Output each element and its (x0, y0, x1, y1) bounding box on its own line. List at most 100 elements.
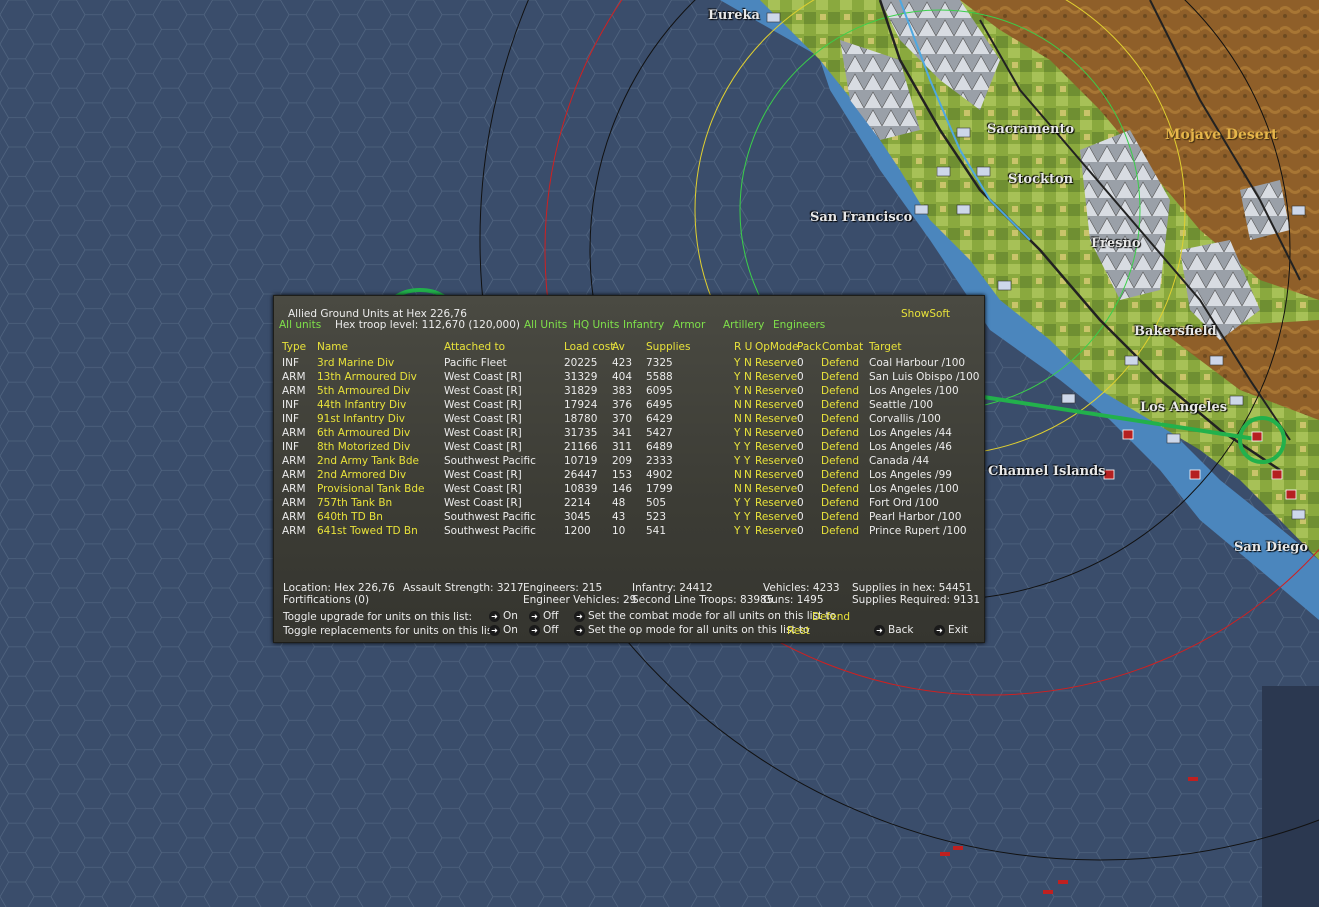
unit-row[interactable]: ARM 13th Armoured Div West Coast [R] 31329 4… (274, 371, 984, 385)
unit-opmode-cell[interactable]: Reserve (755, 511, 797, 523)
unit-combat-cell[interactable]: Defend (821, 399, 859, 411)
unit-row[interactable]: ARM 640th TD Bn Southwest Pacific 3045 43 523… (274, 511, 984, 525)
col-attached[interactable]: Attached to (444, 341, 505, 353)
unit-u-cell[interactable]: N (744, 413, 752, 425)
unit-u-cell[interactable]: N (744, 357, 752, 369)
unit-opmode-cell[interactable]: Reserve (755, 413, 797, 425)
unit-u-cell[interactable]: Y (744, 455, 750, 467)
unit-r-cell[interactable]: Y (734, 441, 740, 453)
unit-u-cell[interactable]: N (744, 483, 752, 495)
unit-r-cell[interactable]: Y (734, 371, 740, 383)
unit-r-cell[interactable]: Y (734, 525, 740, 537)
unit-row[interactable]: INF 8th Motorized Div West Coast [R] 21166 3… (274, 441, 984, 455)
unit-r-cell[interactable]: N (734, 399, 742, 411)
unit-combat-cell[interactable]: Defend (821, 357, 859, 369)
unit-opmode-cell[interactable]: Reserve (755, 385, 797, 397)
unit-name-cell[interactable]: 91st Infantry Div (317, 413, 405, 425)
col-combat[interactable]: Combat (822, 341, 863, 353)
unit-row[interactable]: ARM 5th Armoured Div West Coast [R] 31829 38… (274, 385, 984, 399)
unit-u-cell[interactable]: N (744, 371, 752, 383)
unit-name-cell[interactable]: 2nd Armored Div (317, 469, 406, 481)
col-ru[interactable]: R U (734, 341, 752, 353)
filter-all-units-left[interactable]: All units (279, 319, 321, 331)
unit-u-cell[interactable]: N (744, 399, 752, 411)
unit-u-cell[interactable]: Y (744, 525, 750, 537)
show-soft-toggle[interactable]: ShowSoft (901, 308, 950, 320)
unit-row[interactable]: ARM 6th Armoured Div West Coast [R] 31735 34… (274, 427, 984, 441)
unit-combat-cell[interactable]: Defend (821, 469, 859, 481)
col-name[interactable]: Name (317, 341, 348, 353)
unit-combat-cell[interactable]: Defend (821, 371, 859, 383)
filter-all-units[interactable]: All Units (524, 319, 567, 331)
unit-r-cell[interactable]: Y (734, 511, 740, 523)
unit-r-cell[interactable]: Y (734, 357, 740, 369)
unit-name-cell[interactable]: 3rd Marine Div (317, 357, 394, 369)
unit-u-cell[interactable]: Y (744, 511, 750, 523)
unit-name-cell[interactable]: 13th Armoured Div (317, 371, 417, 383)
col-type[interactable]: Type (282, 341, 306, 353)
unit-row[interactable]: ARM 2nd Army Tank Bde Southwest Pacific 107… (274, 455, 984, 469)
unit-u-cell[interactable]: Y (744, 441, 750, 453)
unit-combat-cell[interactable]: Defend (821, 413, 859, 425)
unit-name-cell[interactable]: 640th TD Bn (317, 511, 383, 523)
unit-combat-cell[interactable]: Defend (821, 511, 859, 523)
unit-opmode-cell[interactable]: Reserve (755, 357, 797, 369)
unit-r-cell[interactable]: Y (734, 427, 740, 439)
col-av[interactable]: Av (612, 341, 625, 353)
unit-opmode-cell[interactable]: Reserve (755, 399, 797, 411)
unit-r-cell[interactable]: N (734, 469, 742, 481)
replacements-off-button[interactable]: ➜ Off (529, 624, 559, 636)
col-pack[interactable]: Pack (797, 341, 821, 353)
unit-combat-cell[interactable]: Defend (821, 525, 859, 537)
unit-combat-cell[interactable]: Defend (821, 441, 859, 453)
unit-opmode-cell[interactable]: Reserve (755, 469, 797, 481)
combat-mode-button[interactable]: ➜ Set the combat mode for all units on th… (574, 610, 836, 622)
unit-opmode-cell[interactable]: Reserve (755, 483, 797, 495)
unit-r-cell[interactable]: Y (734, 385, 740, 397)
unit-combat-cell[interactable]: Defend (821, 385, 859, 397)
unit-opmode-cell[interactable]: Reserve (755, 427, 797, 439)
filter-hq-units[interactable]: HQ Units (573, 319, 619, 331)
unit-opmode-cell[interactable]: Reserve (755, 441, 797, 453)
unit-row[interactable]: INF 91st Infantry Div West Coast [R] 18780 3… (274, 413, 984, 427)
unit-name-cell[interactable]: 2nd Army Tank Bde (317, 455, 419, 467)
unit-opmode-cell[interactable]: Reserve (755, 455, 797, 467)
op-mode-value[interactable]: Rest (787, 625, 810, 637)
unit-r-cell[interactable]: Y (734, 455, 740, 467)
combat-mode-value[interactable]: Defend (812, 611, 850, 623)
filter-infantry[interactable]: Infantry (623, 319, 664, 331)
unit-name-cell[interactable]: 5th Armoured Div (317, 385, 410, 397)
col-opmode[interactable]: OpMode (755, 341, 799, 353)
filter-armor[interactable]: Armor (673, 319, 705, 331)
unit-row[interactable]: INF 3rd Marine Div Pacific Fleet 20225 423 73… (274, 357, 984, 371)
unit-combat-cell[interactable]: Defend (821, 427, 859, 439)
exit-button[interactable]: ➜ Exit (934, 624, 968, 636)
unit-row[interactable]: ARM 2nd Armored Div West Coast [R] 26447 153… (274, 469, 984, 483)
unit-combat-cell[interactable]: Defend (821, 497, 859, 509)
unit-combat-cell[interactable]: Defend (821, 455, 859, 467)
unit-name-cell[interactable]: 641st Towed TD Bn (317, 525, 418, 537)
unit-u-cell[interactable]: Y (744, 497, 750, 509)
unit-u-cell[interactable]: N (744, 427, 752, 439)
unit-u-cell[interactable]: N (744, 469, 752, 481)
unit-name-cell[interactable]: 757th Tank Bn (317, 497, 392, 509)
unit-row[interactable]: ARM 757th Tank Bn West Coast [R] 2214 48 505 Y… (274, 497, 984, 511)
unit-combat-cell[interactable]: Defend (821, 483, 859, 495)
unit-name-cell[interactable]: 44th Infantry Div (317, 399, 406, 411)
unit-opmode-cell[interactable]: Reserve (755, 371, 797, 383)
unit-row[interactable]: ARM Provisional Tank Bde West Coast [R] 108… (274, 483, 984, 497)
unit-name-cell[interactable]: Provisional Tank Bde (317, 483, 424, 495)
filter-engineers[interactable]: Engineers (773, 319, 825, 331)
upgrade-on-button[interactable]: ➜ On (489, 610, 518, 622)
unit-opmode-cell[interactable]: Reserve (755, 525, 797, 537)
unit-row[interactable]: ARM 641st Towed TD Bn Southwest Pacific 120… (274, 525, 984, 539)
unit-opmode-cell[interactable]: Reserve (755, 497, 797, 509)
filter-artillery[interactable]: Artillery (723, 319, 764, 331)
unit-r-cell[interactable]: Y (734, 497, 740, 509)
col-supplies[interactable]: Supplies (646, 341, 690, 353)
unit-u-cell[interactable]: N (744, 385, 752, 397)
unit-name-cell[interactable]: 8th Motorized Div (317, 441, 410, 453)
back-button[interactable]: ➜ Back (874, 624, 914, 636)
unit-r-cell[interactable]: N (734, 483, 742, 495)
unit-r-cell[interactable]: N (734, 413, 742, 425)
